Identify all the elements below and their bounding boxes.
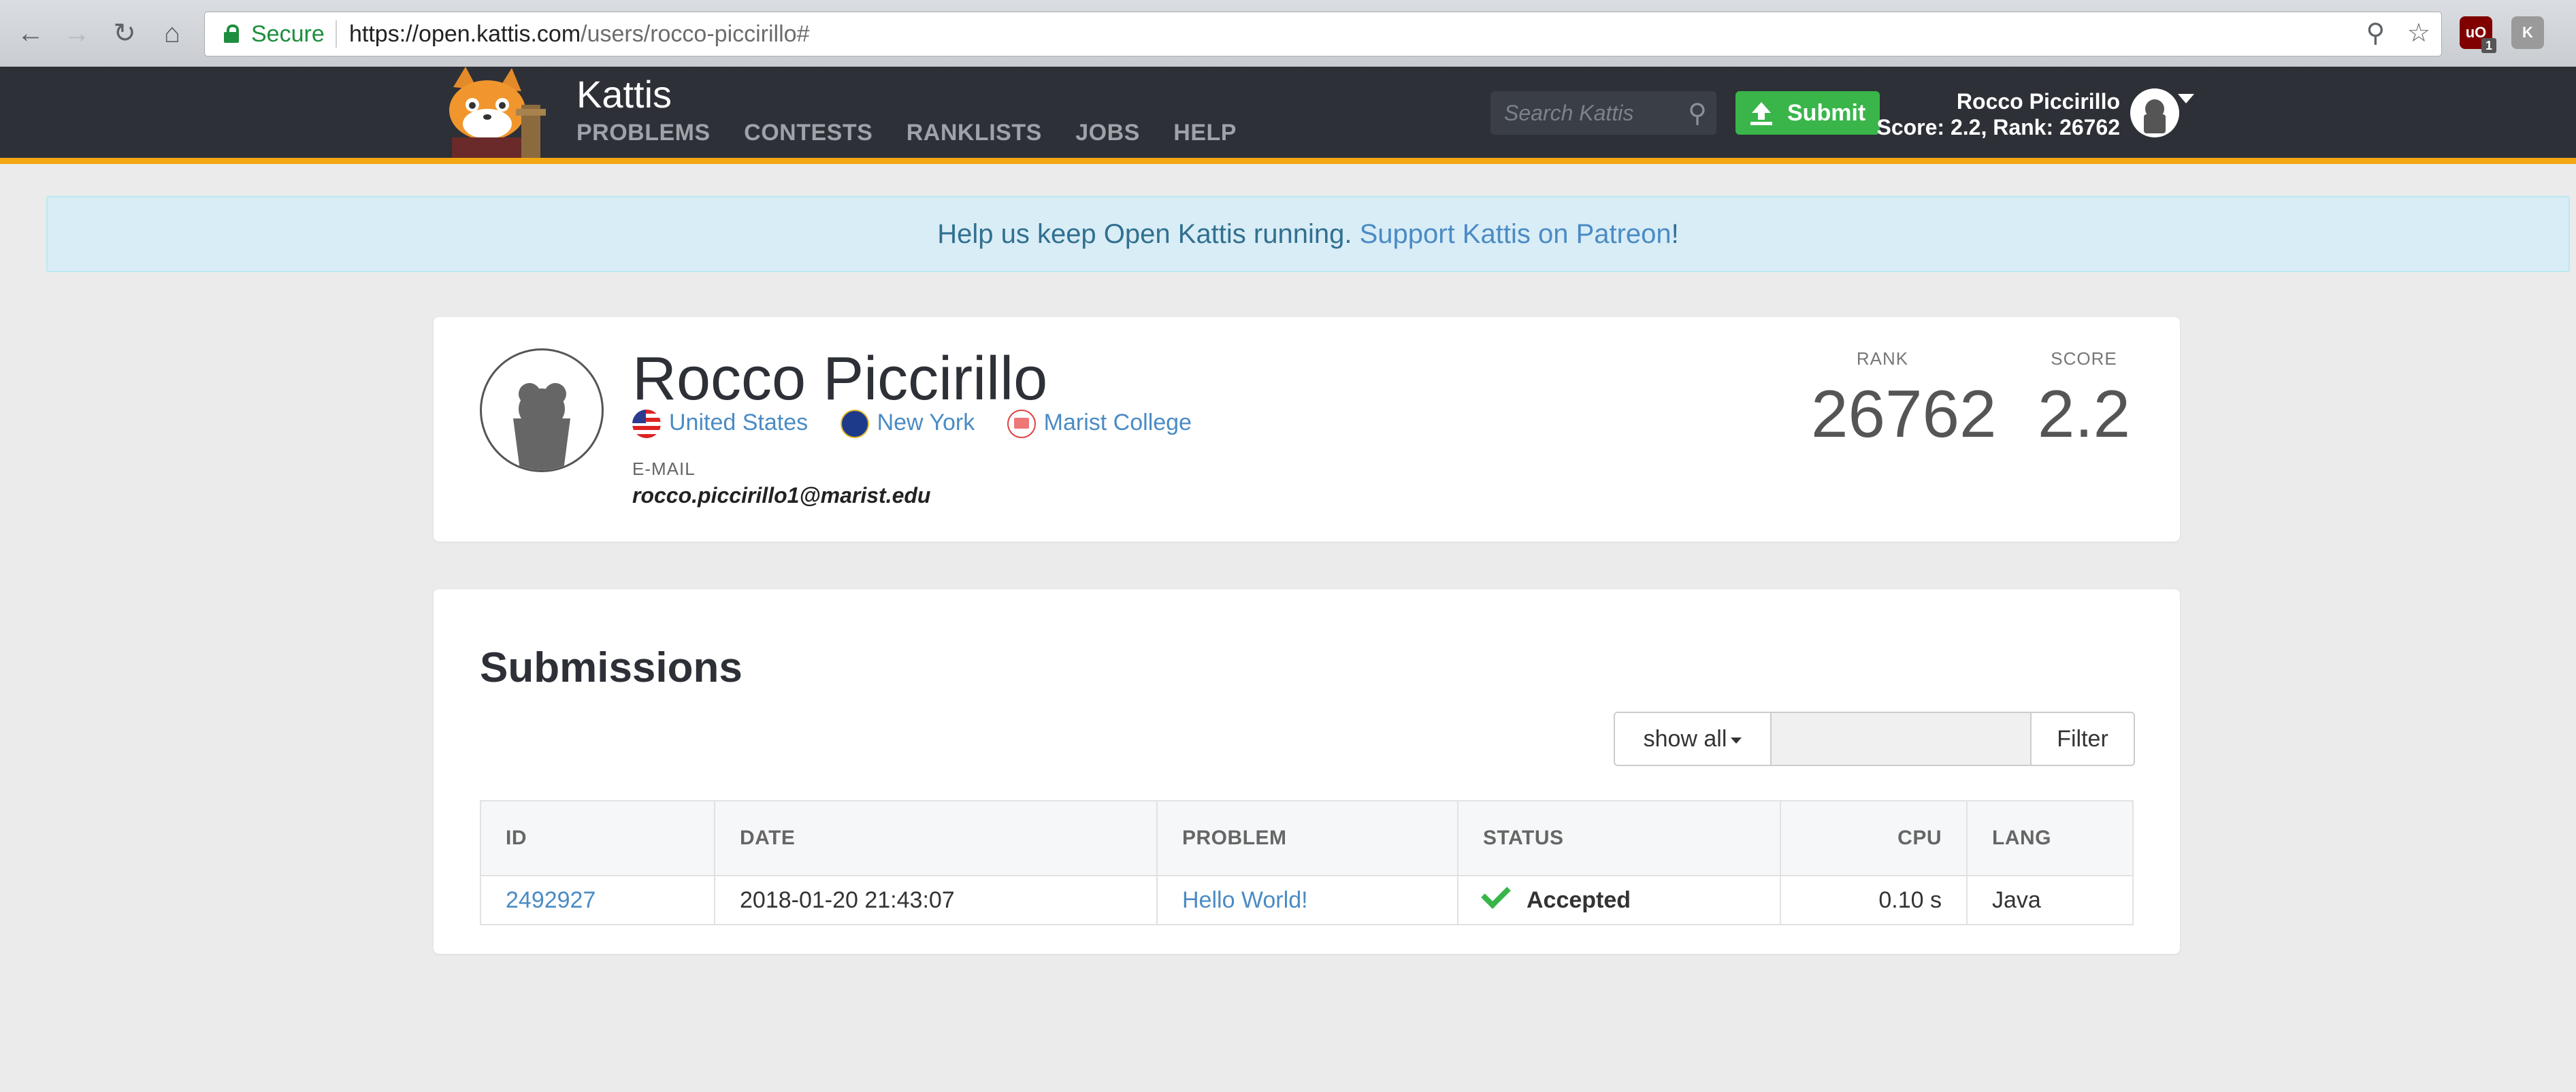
email-label: E-MAIL — [632, 459, 696, 479]
email-value: rocco.piccirillo1@marist.edu — [632, 483, 931, 508]
caret-down-icon — [1731, 737, 1742, 744]
cpu-time: 0.10 s — [1780, 875, 1968, 925]
lock-icon — [224, 24, 239, 43]
filter-input[interactable] — [1772, 713, 2032, 765]
secure-label: Secure — [251, 21, 325, 47]
chevron-down-icon[interactable] — [2178, 94, 2194, 103]
profile-affiliations: United States New York Marist College — [632, 410, 1218, 439]
search-icon[interactable]: ⚲ — [1688, 98, 1707, 129]
search-input[interactable]: Search Kattis ⚲ — [1490, 91, 1716, 135]
profile-name: Rocco Piccirillo — [632, 345, 1048, 413]
score-value: 2.2 — [2037, 376, 2131, 451]
menu-contests[interactable]: CONTESTS — [744, 120, 873, 146]
submission-id-link[interactable]: 2492927 — [506, 887, 596, 913]
patreon-banner: Help us keep Open Kattis running. Suppor… — [46, 196, 2570, 272]
menu-ranklists[interactable]: RANKLISTS — [907, 120, 1042, 146]
main-menu: PROBLEMS CONTESTS RANKLISTS JOBS HELP — [576, 120, 1264, 146]
home-icon[interactable]: ⌂ — [155, 16, 189, 50]
language: Java — [1966, 875, 2134, 925]
upload-icon — [1750, 102, 1772, 125]
us-flag-icon — [632, 410, 661, 439]
kattis-logo-icon[interactable] — [433, 67, 557, 158]
rank-stat: RANK 26762 — [1811, 348, 1997, 451]
table-header: ID DATE PROBLEM STATUS CPU LANG — [480, 800, 2134, 876]
search-placeholder: Search Kattis — [1504, 101, 1634, 125]
status-filter-select[interactable]: show all — [1615, 713, 1772, 765]
submission-date: 2018-01-20 21:43:07 — [714, 875, 1158, 925]
menu-jobs[interactable]: JOBS — [1075, 120, 1140, 146]
user-stats: Score: 2.2, Rank: 26762 — [1876, 115, 2120, 139]
submissions-card: Submissions show all Filter ID DATE PROB… — [434, 589, 2180, 954]
browser-chrome: ← → ↻ ⌂ Secure https://open.kattis.com/u… — [0, 0, 2576, 67]
menu-problems[interactable]: PROBLEMS — [576, 120, 711, 146]
patreon-link[interactable]: Support Kattis on Patreon — [1360, 219, 1672, 249]
back-icon[interactable]: ← — [14, 16, 48, 50]
table-row: 2492927 2018-01-20 21:43:07 Hello World!… — [480, 875, 2134, 925]
user-menu[interactable]: Rocco Piccirillo Score: 2.2, Rank: 26762 — [1876, 88, 2120, 140]
site-navbar: Kattis PROBLEMS CONTESTS RANKLISTS JOBS … — [0, 67, 2576, 164]
profile-card: Rocco Piccirillo United States New York … — [434, 317, 2180, 542]
url-text[interactable]: https://open.kattis.com/users/rocco-picc… — [349, 21, 810, 48]
filter-controls: show all Filter — [1614, 712, 2135, 766]
check-icon — [1481, 878, 1511, 909]
new-york-seal-icon — [840, 410, 869, 439]
bookmark-star-icon[interactable]: ☆ — [2407, 19, 2430, 48]
marist-logo-icon — [1007, 410, 1036, 439]
rank-value: 26762 — [1811, 376, 1997, 451]
divider — [336, 20, 337, 48]
problem-link[interactable]: Hello World! — [1182, 887, 1308, 913]
submissions-table: ID DATE PROBLEM STATUS CPU LANG 2492927 … — [480, 800, 2134, 925]
filter-button[interactable]: Filter — [2032, 713, 2134, 765]
avatar[interactable] — [2130, 88, 2179, 137]
status-badge: Accepted — [1457, 875, 1781, 925]
zoom-icon[interactable]: ⚲ — [2366, 19, 2385, 48]
forward-icon[interactable]: → — [60, 16, 94, 50]
ublock-extension-icon[interactable]: uO 1 — [2460, 16, 2496, 53]
reload-icon[interactable]: ↻ — [108, 16, 142, 50]
profile-avatar — [480, 348, 604, 472]
school-link[interactable]: Marist College — [1007, 410, 1192, 439]
address-bar[interactable]: Secure https://open.kattis.com/users/roc… — [204, 12, 2442, 56]
brand-name[interactable]: Kattis — [576, 72, 672, 116]
submit-button[interactable]: Submit — [1735, 91, 1880, 135]
kattis-extension-icon[interactable]: K — [2511, 16, 2544, 49]
menu-help[interactable]: HELP — [1173, 120, 1237, 146]
state-link[interactable]: New York — [840, 410, 975, 439]
country-link[interactable]: United States — [632, 410, 808, 439]
score-stat: SCORE 2.2 — [2026, 348, 2142, 451]
user-name: Rocco Piccirillo — [1956, 89, 2120, 114]
submissions-title: Submissions — [480, 644, 743, 691]
